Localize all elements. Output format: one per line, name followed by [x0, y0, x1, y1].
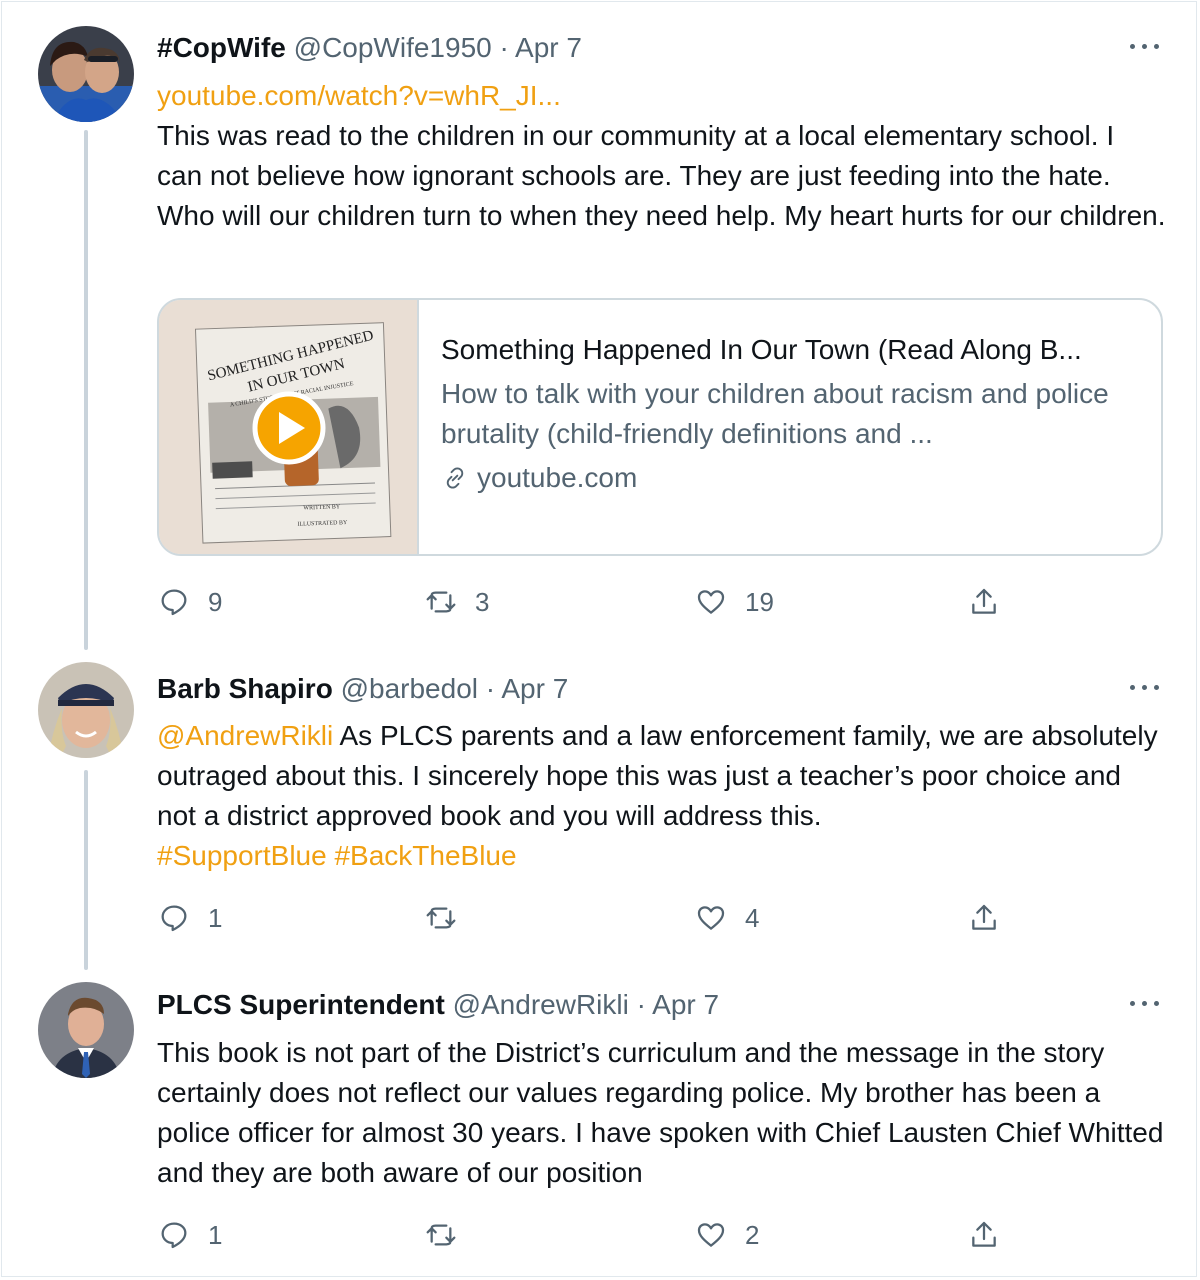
- share-icon: [972, 588, 996, 614]
- mention-link[interactable]: @AndrewRikli: [157, 720, 333, 751]
- link-icon: [446, 467, 464, 489]
- heart-icon: [697, 590, 725, 614]
- retweet-icon: [426, 1224, 456, 1246]
- avatar[interactable]: [38, 662, 134, 758]
- play-icon[interactable]: [252, 391, 326, 465]
- tweet-text: This book is not part of the District’s …: [157, 1033, 1167, 1193]
- more-icon[interactable]: [1128, 677, 1162, 697]
- more-icon[interactable]: [1128, 36, 1162, 56]
- reply-button[interactable]: 9: [158, 582, 222, 622]
- tweet-body-text: This book is not part of the District’s …: [157, 1037, 1164, 1188]
- tweet[interactable]: Barb Shapiro @barbedol · Apr 7 @AndrewRi…: [0, 650, 1200, 970]
- card-domain-text: youtube.com: [477, 462, 638, 493]
- avatar[interactable]: [38, 982, 134, 1078]
- reply-icon: [161, 905, 187, 932]
- timestamp[interactable]: · Apr 7: [500, 32, 582, 63]
- retweet-icon: [426, 907, 456, 929]
- username[interactable]: @barbedol: [341, 673, 478, 704]
- share-button[interactable]: [968, 898, 1000, 938]
- retweet-button[interactable]: 3: [425, 582, 489, 622]
- username[interactable]: @CopWife1950: [294, 32, 492, 63]
- tweet-actions: 1 2: [0, 1215, 1200, 1255]
- avatar[interactable]: [38, 26, 134, 122]
- link-card[interactable]: SOMETHING HAPPENED IN OUR TOWN A CHILD'S…: [157, 298, 1163, 556]
- heart-icon: [697, 1223, 725, 1247]
- tweet-text: youtube.com/watch?v=whR_JI... This was r…: [157, 76, 1167, 236]
- like-button[interactable]: 19: [695, 582, 774, 622]
- tweet-body-text: This was read to the children in our com…: [157, 120, 1166, 231]
- retweet-count: 3: [475, 586, 490, 617]
- reply-count: 9: [208, 586, 223, 617]
- tweet-header: #CopWife @CopWife1950 · Apr 7: [157, 31, 582, 65]
- heart-icon: [697, 906, 725, 930]
- reply-button[interactable]: 1: [158, 1215, 222, 1255]
- share-button[interactable]: [968, 1215, 1000, 1255]
- card-domain: youtube.com: [441, 458, 1141, 498]
- like-button[interactable]: 2: [695, 1215, 759, 1255]
- tweet-header: Barb Shapiro @barbedol · Apr 7: [157, 672, 568, 706]
- hashtag-links[interactable]: #SupportBlue #BackTheBlue: [157, 836, 1167, 876]
- like-count: 19: [745, 586, 774, 617]
- tweet[interactable]: #CopWife @CopWife1950 · Apr 7 youtube.co…: [0, 0, 1200, 650]
- tweet-actions: 1 4: [0, 898, 1200, 938]
- tweet-header: PLCS Superintendent @AndrewRikli · Apr 7: [157, 988, 719, 1022]
- tweet-text: @AndrewRikli As PLCS parents and a law e…: [157, 716, 1167, 876]
- share-icon: [972, 904, 996, 930]
- reply-button[interactable]: 1: [158, 898, 222, 938]
- retweet-button[interactable]: [425, 1215, 475, 1255]
- display-name[interactable]: Barb Shapiro: [157, 673, 333, 704]
- card-thumbnail[interactable]: SOMETHING HAPPENED IN OUR TOWN A CHILD'S…: [159, 300, 419, 554]
- card-title: Something Happened In Our Town (Read Alo…: [441, 334, 1082, 365]
- more-icon[interactable]: [1128, 993, 1162, 1013]
- display-name[interactable]: PLCS Superintendent: [157, 989, 445, 1020]
- card-text: Something Happened In Our Town (Read Alo…: [441, 330, 1141, 498]
- reply-icon: [161, 589, 187, 616]
- retweet-button[interactable]: [425, 898, 475, 938]
- tweet[interactable]: PLCS Superintendent @AndrewRikli · Apr 7…: [0, 970, 1200, 1270]
- card-description: How to talk with your children about rac…: [441, 378, 1109, 449]
- share-icon: [972, 1221, 996, 1247]
- timestamp[interactable]: · Apr 7: [637, 989, 719, 1020]
- like-count: 2: [745, 1219, 760, 1250]
- tweet-link[interactable]: youtube.com/watch?v=whR_JI...: [157, 76, 1167, 116]
- reply-count: 1: [208, 902, 223, 933]
- reply-count: 1: [208, 1219, 223, 1250]
- retweet-icon: [426, 591, 456, 613]
- like-count: 4: [745, 902, 760, 933]
- reply-icon: [161, 1222, 187, 1249]
- timestamp[interactable]: · Apr 7: [486, 673, 568, 704]
- like-button[interactable]: 4: [695, 898, 759, 938]
- share-button[interactable]: [968, 582, 1000, 622]
- display-name[interactable]: #CopWife: [157, 32, 286, 63]
- tweet-actions: 9 3 19: [0, 582, 1200, 622]
- username[interactable]: @AndrewRikli: [453, 989, 629, 1020]
